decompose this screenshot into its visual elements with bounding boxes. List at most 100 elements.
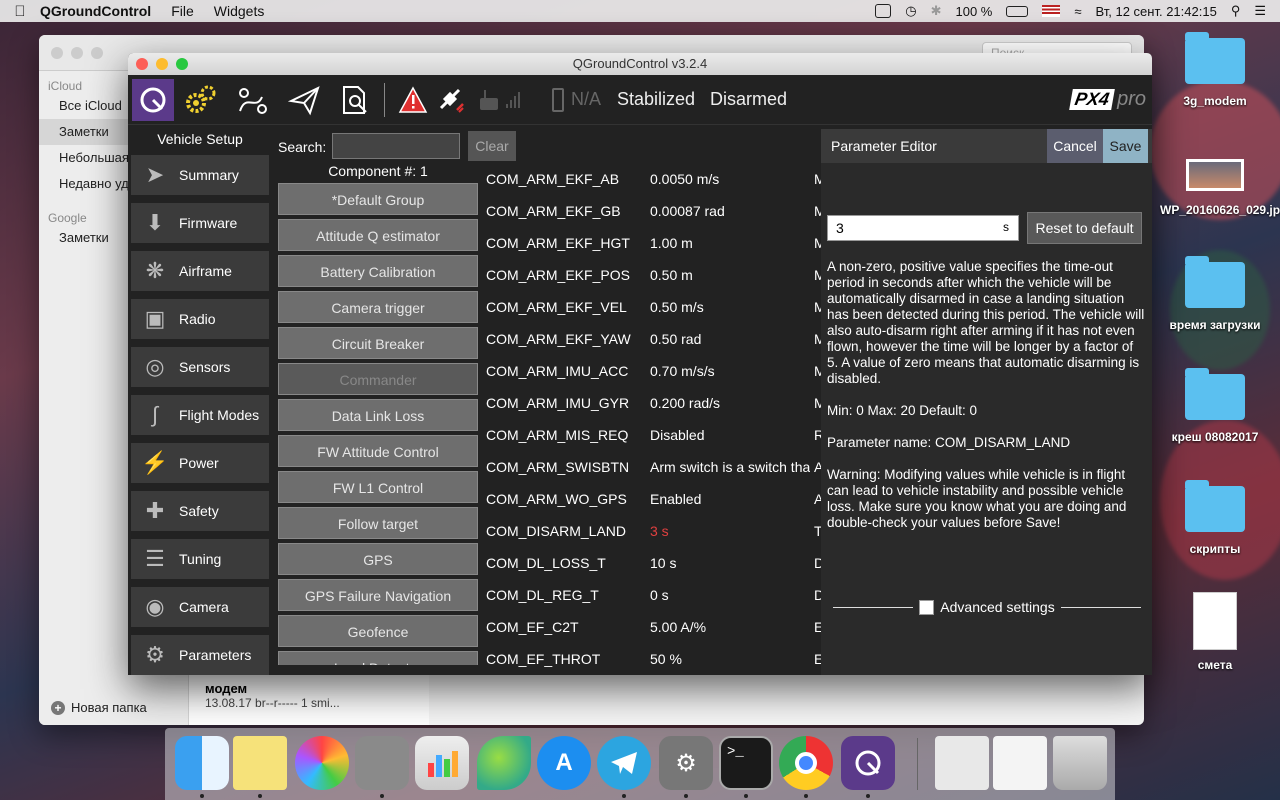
parameter-group-button[interactable]: Geofence xyxy=(278,615,478,647)
parameter-row[interactable]: COM_ARM_IMU_GYR 0.200 rad/s M xyxy=(478,387,821,419)
parameter-group-button[interactable]: FW Attitude Control xyxy=(278,435,478,467)
parameter-row[interactable]: COM_DL_REG_T 0 s D xyxy=(478,579,821,611)
nav-power-button[interactable]: ⚡ Power xyxy=(131,443,269,483)
numbers-icon[interactable] xyxy=(415,736,469,790)
parameter-row[interactable]: COM_ARM_EKF_AB 0.0050 m/s M xyxy=(478,163,821,195)
system-preferences-icon[interactable]: ⚙ xyxy=(659,736,713,790)
script-menu-icon[interactable] xyxy=(875,4,892,18)
battery-status[interactable]: 100 % xyxy=(955,4,992,19)
parameter-group-button[interactable]: GPS xyxy=(278,543,478,575)
apple-menu-icon[interactable]:  xyxy=(0,3,40,20)
nav-flight-modes-button[interactable]: ∫ Flight Modes xyxy=(131,395,269,435)
trash-icon[interactable] xyxy=(1053,736,1107,790)
note-list-item[interactable]: модем 13.08.17 br--r----- 1 smi... xyxy=(189,675,429,725)
parameter-row[interactable]: COM_ARM_SWISBTN Arm switch is a switch th… xyxy=(478,451,821,483)
analyze-view-icon[interactable] xyxy=(334,79,376,121)
flag-icon[interactable] xyxy=(1042,5,1061,17)
photos-icon[interactable] xyxy=(295,736,349,790)
plan-view-icon[interactable] xyxy=(232,79,274,121)
chrome-icon[interactable] xyxy=(779,736,833,790)
menu-file[interactable]: File xyxy=(171,3,194,19)
parameter-group-button[interactable]: Commander xyxy=(278,363,478,395)
parameter-group-button[interactable]: Battery Calibration xyxy=(278,255,478,287)
parameter-group-button[interactable]: Land Detector xyxy=(278,651,478,665)
parameter-row[interactable]: COM_ARM_EKF_YAW 0.50 rad M xyxy=(478,323,821,355)
qgc-zoom-button[interactable] xyxy=(176,58,188,70)
finder-icon[interactable] xyxy=(175,736,229,790)
warning-icon[interactable] xyxy=(392,79,434,121)
nav-firmware-button[interactable]: ⬇ Firmware xyxy=(131,203,269,243)
parameter-group-button[interactable]: GPS Failure Navigation xyxy=(278,579,478,611)
qgroundcontrol-dock-icon[interactable] xyxy=(841,736,895,790)
menu-app-name[interactable]: QGroundControl xyxy=(40,3,151,19)
desktop-item[interactable]: время загрузки xyxy=(1160,256,1270,332)
parameter-row[interactable]: COM_EF_THROT 50 % E xyxy=(478,643,821,675)
wifi-icon[interactable]: ≈ xyxy=(1074,4,1081,19)
rc-signal-icon[interactable] xyxy=(474,79,526,121)
flight-mode-status[interactable]: Stabilized xyxy=(617,89,695,110)
parameter-group-button[interactable]: Data Link Loss xyxy=(278,399,478,431)
desktop-item[interactable]: WP_20160626_029.jpg xyxy=(1160,155,1280,217)
parameter-group-button[interactable]: Attitude Q estimator xyxy=(278,219,478,251)
parameter-group-button[interactable]: Camera trigger xyxy=(278,291,478,323)
param-search-input[interactable] xyxy=(332,133,460,159)
fly-view-icon[interactable] xyxy=(284,79,326,121)
telegram-icon[interactable] xyxy=(597,736,651,790)
battery-value[interactable]: N/A xyxy=(571,89,601,110)
new-folder-button[interactable]: + Новая папка xyxy=(51,700,147,715)
parameter-row[interactable]: COM_ARM_WO_GPS Enabled A xyxy=(478,483,821,515)
downloads-stack-icon[interactable] xyxy=(993,736,1047,790)
parameter-row[interactable]: COM_ARM_IMU_ACC 0.70 m/s/s M xyxy=(478,355,821,387)
nav-safety-button[interactable]: ✚ Safety xyxy=(131,491,269,531)
app-store-icon[interactable]: A xyxy=(537,736,591,790)
nav-airframe-button[interactable]: ❋ Airframe xyxy=(131,251,269,291)
vehicle-setup-gears-icon[interactable] xyxy=(180,79,222,121)
desktop-item[interactable]: скрипты xyxy=(1160,480,1270,556)
notes-zoom-button[interactable] xyxy=(91,47,103,59)
desktop-item[interactable]: смета xyxy=(1160,592,1270,672)
menubar-clock[interactable]: Вт, 12 сент. 21:42:15 xyxy=(1096,4,1217,19)
battery-icon[interactable] xyxy=(1006,5,1029,17)
nav-summary-button[interactable]: ➤ Summary xyxy=(131,155,269,195)
parameter-group-button[interactable]: *Default Group xyxy=(278,183,478,215)
parameter-group-button[interactable]: FW L1 Control xyxy=(278,471,478,503)
nav-parameters-button[interactable]: ⚙ Parameters xyxy=(131,635,269,675)
leaf-app-icon[interactable] xyxy=(477,736,531,790)
cancel-button[interactable]: Cancel xyxy=(1047,129,1103,163)
qgc-close-button[interactable] xyxy=(136,58,148,70)
parameter-row[interactable]: COM_ARM_MIS_REQ Disabled R xyxy=(478,419,821,451)
clear-search-button[interactable]: Clear xyxy=(468,131,516,161)
spotlight-search-icon[interactable]: ⚲ xyxy=(1231,3,1241,19)
parameter-group-button[interactable]: Follow target xyxy=(278,507,478,539)
battery-icon[interactable] xyxy=(552,88,564,112)
nav-camera-button[interactable]: ◉ Camera xyxy=(131,587,269,627)
parameter-value-input[interactable]: 3 xyxy=(827,215,1019,241)
parameter-row[interactable]: COM_ARM_EKF_POS 0.50 m M xyxy=(478,259,821,291)
time-machine-icon[interactable]: ◷ xyxy=(905,3,916,19)
parameter-row[interactable]: COM_ARM_EKF_VEL 0.50 m/s M xyxy=(478,291,821,323)
desktop-item[interactable]: 3g_modem xyxy=(1160,32,1270,108)
notes-app-icon[interactable] xyxy=(233,736,287,790)
parameter-row[interactable]: COM_DL_LOSS_T 10 s D xyxy=(478,547,821,579)
qgc-minimize-button[interactable] xyxy=(156,58,168,70)
nav-sensors-button[interactable]: ◎ Sensors xyxy=(131,347,269,387)
document-stack-icon[interactable] xyxy=(935,736,989,790)
terminal-icon[interactable]: >_ xyxy=(719,736,773,790)
parameter-row[interactable]: COM_ARM_EKF_GB 0.00087 rad M xyxy=(478,195,821,227)
parameter-group-button[interactable]: Circuit Breaker xyxy=(278,327,478,359)
notes-close-button[interactable] xyxy=(51,47,63,59)
arm-status[interactable]: Disarmed xyxy=(710,89,787,110)
menu-widgets[interactable]: Widgets xyxy=(214,3,265,19)
reset-to-default-button[interactable]: Reset to default xyxy=(1027,212,1142,244)
advanced-settings-checkbox[interactable] xyxy=(919,599,935,615)
nav-radio-button[interactable]: ▣ Radio xyxy=(131,299,269,339)
parameter-row[interactable]: COM_EF_C2T 5.00 A/% E xyxy=(478,611,821,643)
parameter-row[interactable]: COM_DISARM_LAND 3 s T xyxy=(478,515,821,547)
desktop-item[interactable]: креш 08082017 xyxy=(1160,368,1270,444)
bluetooth-icon[interactable]: ✱ xyxy=(931,3,942,19)
nav-tuning-button[interactable]: ☰ Tuning xyxy=(131,539,269,579)
gps-satellite-icon[interactable] xyxy=(430,79,472,121)
qgc-logo-button[interactable] xyxy=(132,79,174,121)
disk-utility-icon[interactable] xyxy=(355,736,409,790)
notification-center-icon[interactable]: ☰ xyxy=(1254,3,1266,19)
